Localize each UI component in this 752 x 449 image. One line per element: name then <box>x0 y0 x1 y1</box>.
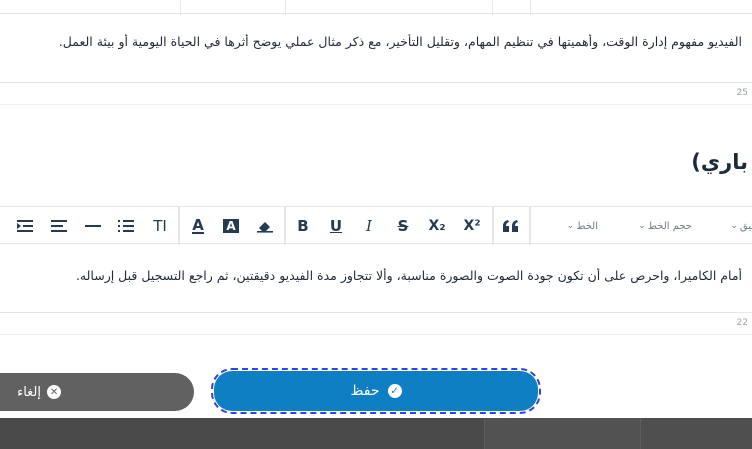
text-color-button[interactable]: A <box>186 215 210 237</box>
editor-toolbar: TI A A B U I S X₂ X² الخط ⌄ حجم الخط ⌄ ت… <box>0 206 752 245</box>
cancel-button[interactable]: ✕ إلغاء <box>0 373 194 411</box>
save-button[interactable]: ✓ حفظ <box>211 368 541 414</box>
divider <box>0 334 752 335</box>
toolbar-group <box>285 0 493 15</box>
quote-icon[interactable] <box>500 215 522 237</box>
bottom-panel <box>0 418 752 449</box>
check-icon: ✓ <box>387 384 402 398</box>
bold-button[interactable]: B <box>292 215 314 237</box>
underline-button[interactable]: U <box>325 215 347 237</box>
toolbar-group <box>0 0 181 15</box>
indent-icon[interactable] <box>14 215 36 237</box>
toolbar-group <box>530 0 752 15</box>
close-icon: ✕ <box>47 385 61 399</box>
horizontal-rule-icon[interactable] <box>82 215 104 237</box>
italic-button[interactable]: I <box>358 215 380 237</box>
font-dropdown-label: الخط <box>576 220 598 232</box>
divider <box>0 82 752 83</box>
align-icon[interactable] <box>48 215 70 237</box>
top-editor-text[interactable]: الفيديو مفهوم إدارة الوقت، وأهميتها في ت… <box>0 34 742 49</box>
panel-segment <box>484 418 640 449</box>
superscript-button[interactable]: X² <box>460 215 484 237</box>
bottom-editor-text[interactable]: أمام الكاميرا، واحرص على أن تكون جودة ال… <box>0 268 742 283</box>
format-dropdown[interactable]: تنسيق ⌄ <box>706 215 752 237</box>
highlight-label: A <box>223 219 239 233</box>
eraser-icon[interactable] <box>254 215 276 237</box>
top-char-counter: 25 <box>736 88 748 98</box>
section-title: باري) <box>691 150 748 174</box>
strikethrough-button[interactable]: S <box>392 215 414 237</box>
font-size-dropdown-label: حجم الخط <box>647 220 692 232</box>
chevron-down-icon: ⌄ <box>566 221 575 231</box>
text-size-button[interactable]: TI <box>148 215 172 237</box>
panel-segment <box>640 418 752 449</box>
top-editor-toolbar <box>0 0 752 15</box>
bottom-char-counter: 22 <box>736 318 748 328</box>
panel-segment <box>0 418 484 449</box>
cancel-label: إلغاء <box>17 384 41 400</box>
ordered-list-icon[interactable] <box>115 215 137 237</box>
chevron-down-icon: ⌄ <box>730 221 738 231</box>
save-label: حفظ <box>350 383 380 399</box>
divider <box>0 104 752 105</box>
font-size-dropdown[interactable]: حجم الخط ⌄ <box>630 215 692 237</box>
font-dropdown[interactable]: الخط ⌄ <box>536 215 598 237</box>
chevron-down-icon: ⌄ <box>638 221 646 231</box>
format-dropdown-label: تنسيق <box>739 220 752 232</box>
subscript-button[interactable]: X₂ <box>425 215 449 237</box>
text-color-label: A <box>192 216 204 234</box>
divider <box>0 312 752 313</box>
highlight-color-button[interactable]: A <box>220 215 242 237</box>
